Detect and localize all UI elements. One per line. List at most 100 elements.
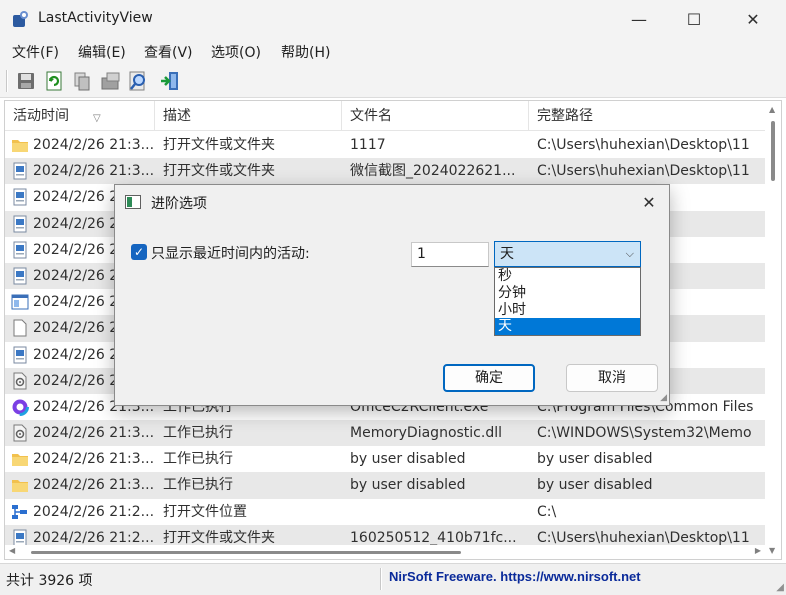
refresh-icon[interactable] <box>43 70 65 92</box>
find-icon[interactable] <box>127 70 149 92</box>
recent-only-checkbox[interactable]: ✓ <box>131 244 147 260</box>
advanced-options-dialog: 进阶选项 ✕ ✓ 只显示最近时间内的活动: 1 天 ⌵ 秒 分钟 小时 天 确定… <box>114 184 670 406</box>
column-label: 活动时间 <box>13 108 69 124</box>
vertical-scroll-thumb[interactable] <box>771 121 775 181</box>
horizontal-scrollbar[interactable]: ◀ ▶ <box>5 545 765 559</box>
properties-icon[interactable] <box>99 70 121 92</box>
description-cell: 工作已执行 <box>163 425 233 442</box>
nirsoft-link[interactable]: NirSoft Freeware. https://www.nirsoft.ne… <box>389 569 641 584</box>
app-icon <box>11 293 29 311</box>
full-path-cell: by user disabled <box>537 451 653 468</box>
save-icon[interactable] <box>15 70 37 92</box>
full-path-cell: C:\WINDOWS\System32\Memo <box>537 425 752 442</box>
cancel-button[interactable]: 取消 <box>566 364 658 392</box>
scroll-left-icon[interactable]: ◀ <box>9 546 15 555</box>
scroll-down-icon[interactable]: ▼ <box>769 546 775 555</box>
doc-icon <box>11 267 29 285</box>
column-activity-time[interactable]: 活动时间 ▽ <box>5 101 155 131</box>
description-cell: 打开文件或文件夹 <box>163 137 275 153</box>
unit-option-minutes[interactable]: 分钟 <box>495 285 640 302</box>
description-cell: 打开文件或文件夹 <box>163 163 275 180</box>
minimize-button[interactable]: — <box>616 0 662 38</box>
window-title: LastActivityView <box>38 10 153 26</box>
ok-button[interactable]: 确定 <box>443 364 535 392</box>
column-full-path[interactable]: 完整路径 <box>529 101 765 131</box>
filename-cell: 1117 <box>350 137 386 153</box>
description-cell: 工作已执行 <box>163 477 233 494</box>
full-path-cell: C:\Users\huhexian\Desktop\11 <box>537 163 750 180</box>
gear-doc-icon <box>11 372 29 390</box>
time-unit-select[interactable]: 天 ⌵ <box>494 241 641 267</box>
app-icon <box>13 11 28 27</box>
activity-time-cell: 2024/2/26 21:3... <box>33 451 153 468</box>
office-icon <box>11 397 29 416</box>
item-count: 共计 3926 项 <box>6 573 93 589</box>
filename-cell: by user disabled <box>350 451 466 468</box>
doc-icon <box>11 162 29 180</box>
time-unit-dropdown: 秒 分钟 小时 天 <box>494 267 641 336</box>
table-row[interactable]: 2024/2/26 21:3... 打开文件或文件夹 1117 C:\Users\hu… <box>5 132 765 158</box>
time-amount-input[interactable]: 1 <box>411 242 489 267</box>
column-header: 活动时间 ▽ 描述 文件名 完整路径 <box>5 101 765 131</box>
exit-icon[interactable] <box>159 70 181 92</box>
table-row[interactable]: 2024/2/26 21:2... 打开文件位置 C:\ <box>5 499 765 525</box>
menu-options[interactable]: 选项(O) <box>211 42 261 62</box>
dialog-title: 进阶选项 <box>151 196 207 212</box>
menu-file[interactable]: 文件(F) <box>12 42 59 62</box>
activity-time-cell: 2024/2/26 21:3... <box>33 425 153 442</box>
folder-icon <box>11 476 29 494</box>
scroll-right-icon[interactable]: ▶ <box>755 546 761 555</box>
doc-icon <box>11 346 29 364</box>
table-row[interactable]: 2024/2/26 21:3... 打开文件或文件夹 微信截图_2024022621… <box>5 158 765 185</box>
status-divider <box>380 568 382 590</box>
gear-doc-icon <box>11 424 29 442</box>
full-path-cell: by user disabled <box>537 477 653 494</box>
full-path-cell: C:\ <box>537 503 557 520</box>
horizontal-scroll-thumb[interactable] <box>31 551 461 554</box>
vertical-scrollbar[interactable]: ▲ ▼ <box>765 101 781 559</box>
dialog-window-icon <box>125 195 141 209</box>
dialog-close-button[interactable]: ✕ <box>633 189 665 215</box>
unit-option-hours[interactable]: 小时 <box>495 302 640 319</box>
resize-grip-icon[interactable]: ◢ <box>776 582 784 593</box>
maximize-button[interactable]: ☐ <box>671 0 717 38</box>
activity-time-cell: 2024/2/26 21:2... <box>33 503 153 520</box>
menu-edit[interactable]: 编辑(E) <box>78 42 126 62</box>
recent-only-label[interactable]: 只显示最近时间内的活动: <box>151 243 310 263</box>
filename-cell: MemoryDiagnostic.dll <box>350 425 502 442</box>
menu-bar: 文件(F) 编辑(E) 查看(V) 选项(O) 帮助(H) <box>0 38 786 64</box>
doc-icon <box>11 188 29 206</box>
activity-time-cell: 2024/2/26 21:3... <box>33 163 153 180</box>
scroll-up-icon[interactable]: ▲ <box>769 105 775 114</box>
sort-indicator-icon: ▽ <box>93 113 101 124</box>
unit-option-seconds[interactable]: 秒 <box>495 268 640 285</box>
title-bar: LastActivityView — ☐ ✕ <box>0 0 786 38</box>
table-row[interactable]: 2024/2/26 21:3... 工作已执行 by user disabled by… <box>5 472 765 499</box>
activity-time-cell: 2024/2/26 21:3... <box>33 477 153 494</box>
doc-icon <box>11 215 29 233</box>
description-cell: 工作已执行 <box>163 451 233 468</box>
menu-help[interactable]: 帮助(H) <box>281 42 330 62</box>
doc-icon <box>11 241 29 259</box>
chevron-down-icon: ⌵ <box>625 247 634 260</box>
filename-cell: 微信截图_2024022621... <box>350 163 516 180</box>
activity-time-cell: 2024/2/26 21:3... <box>33 137 153 153</box>
table-row[interactable]: 2024/2/26 21:3... 工作已执行 MemoryDiagnostic.d… <box>5 420 765 447</box>
blank-icon <box>11 319 29 337</box>
status-bar: 共计 3926 项 NirSoft Freeware. https://www.… <box>0 563 786 595</box>
dialog-title-bar: 进阶选项 ✕ <box>115 185 669 219</box>
menu-view[interactable]: 查看(V) <box>144 42 193 62</box>
column-filename[interactable]: 文件名 <box>342 101 529 131</box>
net-icon <box>11 503 29 521</box>
filename-cell <box>350 499 530 525</box>
folder-icon <box>11 450 29 468</box>
dialog-resize-grip-icon[interactable]: ◢ <box>660 393 667 403</box>
full-path-cell: C:\Users\huhexian\Desktop\11 <box>537 137 750 153</box>
filename-cell: by user disabled <box>350 477 466 494</box>
close-button[interactable]: ✕ <box>730 0 776 38</box>
column-description[interactable]: 描述 <box>155 101 342 131</box>
copy-icon[interactable] <box>71 70 93 92</box>
time-unit-value: 天 <box>500 246 514 262</box>
table-row[interactable]: 2024/2/26 21:3... 工作已执行 by user disabled by… <box>5 446 765 472</box>
unit-option-days[interactable]: 天 <box>495 318 640 336</box>
